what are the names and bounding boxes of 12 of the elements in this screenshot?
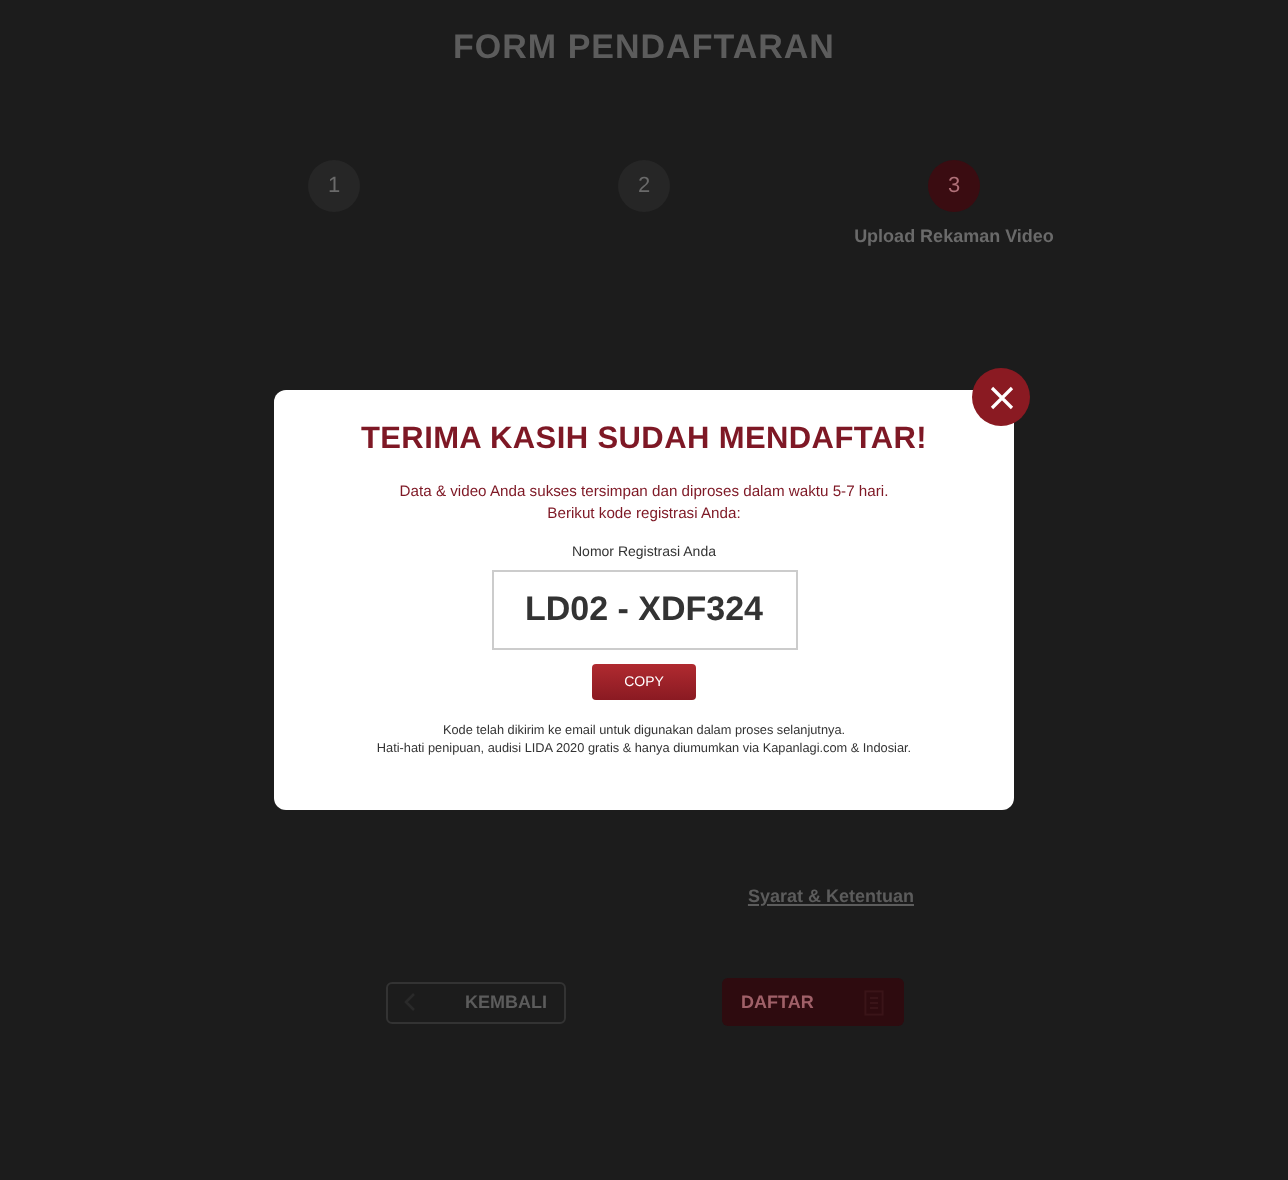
dialog-title: TERIMA KASIH SUDAH MENDAFTAR! xyxy=(360,422,928,458)
submit-button[interactable]: DAFTAR xyxy=(721,978,903,1026)
step-number: 2 xyxy=(618,160,670,212)
step-label: Upload Rekaman Video xyxy=(854,226,1054,246)
close-button[interactable] xyxy=(972,368,1030,426)
registration-code: LD02 - XDF324 xyxy=(491,570,797,650)
terms-link[interactable]: Syarat & Ketentuan xyxy=(747,886,914,906)
step-number: 1 xyxy=(308,160,360,212)
step-number: 3 xyxy=(928,160,980,212)
back-button[interactable]: KEMBALI xyxy=(385,981,565,1023)
close-icon xyxy=(989,385,1013,409)
page-title: FORM PENDAFTARAN xyxy=(453,28,835,68)
